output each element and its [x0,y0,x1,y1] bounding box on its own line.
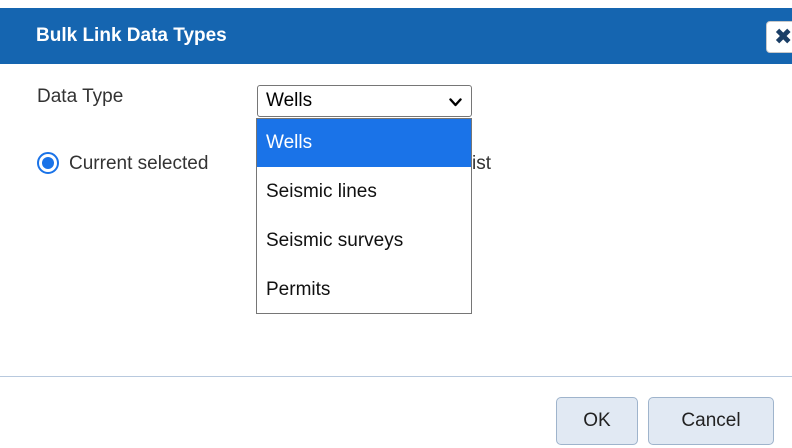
dialog-title: Bulk Link Data Types [36,25,227,46]
dropdown-option-seismic-lines[interactable]: Seismic lines [257,167,471,216]
dropdown-option-seismic-surveys[interactable]: Seismic surveys [257,216,471,265]
current-selected-label: Current selected [69,153,209,174]
data-type-dropdown-list: Wells Seismic lines Seismic surveys Perm… [256,118,472,314]
dropdown-option-permits[interactable]: Permits [257,265,471,314]
close-icon: ✖ [774,24,792,49]
dialog-titlebar[interactable]: Bulk Link Data Types ✖ [0,8,792,64]
data-type-label: Data Type [37,86,124,107]
data-type-select[interactable]: Wells [257,85,472,117]
radio-dot [42,157,54,169]
chevron-down-icon [449,98,462,107]
cancel-button[interactable]: Cancel [648,397,774,445]
bulk-link-dialog: Bulk Link Data Types ✖ Data Type Wells C… [0,0,792,448]
ok-button[interactable]: OK [556,397,638,445]
current-selected-radio[interactable] [37,152,59,174]
data-type-selected-value: Wells [266,90,313,111]
dropdown-option-wells[interactable]: Wells [257,119,471,167]
radio-label-tail: ist [472,153,491,174]
footer-divider [0,376,792,377]
close-button[interactable]: ✖ [766,21,792,53]
